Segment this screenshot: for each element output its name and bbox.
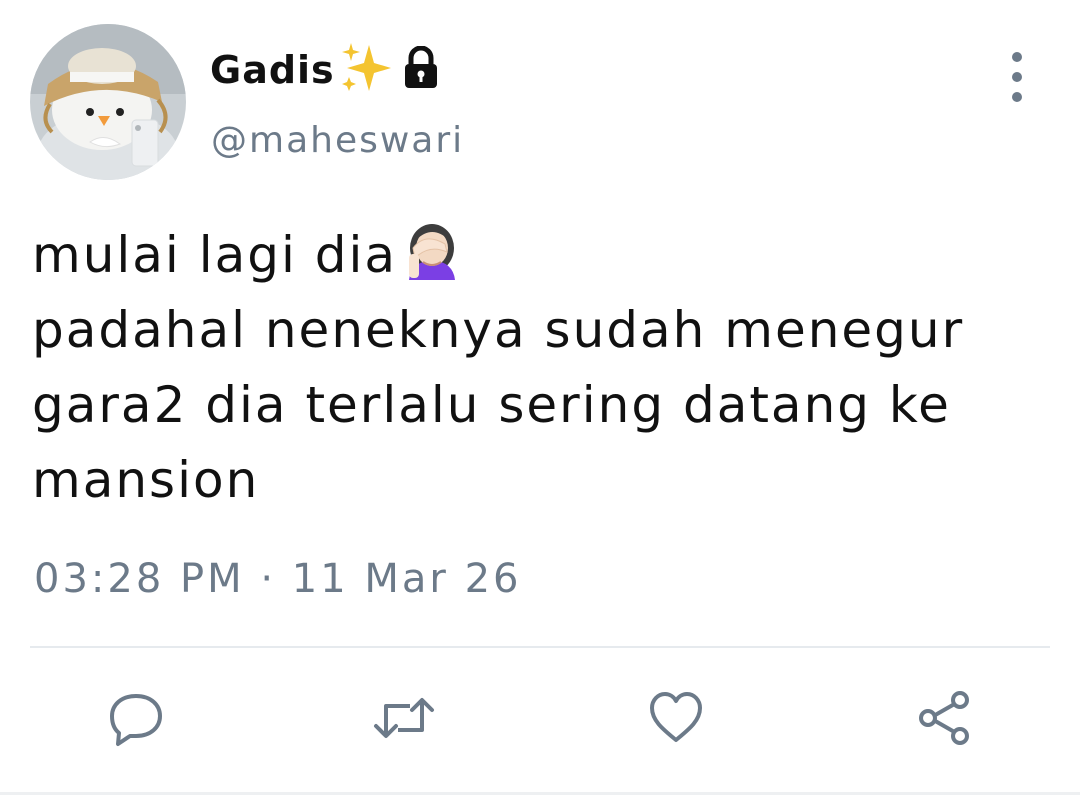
share-icon bbox=[919, 691, 969, 745]
user-handle[interactable]: @maheswari bbox=[211, 120, 464, 161]
display-name[interactable]: Gadis bbox=[210, 42, 441, 98]
tweet-line-4: mansion bbox=[32, 451, 260, 509]
bottom-border bbox=[0, 792, 1080, 795]
avatar[interactable] bbox=[30, 24, 186, 180]
share-button[interactable] bbox=[912, 686, 976, 750]
tweet-line-3: gara2 dia terlalu sering datang ke bbox=[32, 376, 951, 434]
tweet-line-2: padahal neneknya sudah menegur bbox=[32, 301, 965, 359]
more-dot bbox=[1012, 92, 1022, 102]
tweet-line-1: mulai lagi dia bbox=[32, 218, 1052, 293]
reply-icon bbox=[110, 694, 162, 746]
display-name-text: Gadis bbox=[210, 48, 335, 92]
more-options-button[interactable] bbox=[1000, 52, 1034, 102]
tweet-timestamp[interactable]: 03:28 PM · 11 Mar 26 bbox=[34, 556, 521, 602]
woman-facepalming-icon bbox=[399, 218, 465, 301]
retweet-button[interactable] bbox=[372, 686, 436, 750]
sparkles-icon bbox=[339, 41, 395, 99]
divider bbox=[30, 646, 1050, 648]
retweet-icon bbox=[374, 698, 434, 738]
lock-icon bbox=[401, 45, 441, 94]
tweet-text: mulai lagi dia padahal neneknya sudah me… bbox=[32, 218, 1052, 518]
like-icon bbox=[650, 692, 702, 742]
like-button[interactable] bbox=[644, 686, 708, 750]
more-dot bbox=[1012, 72, 1022, 82]
more-dot bbox=[1012, 52, 1022, 62]
avatar-image bbox=[30, 24, 186, 180]
reply-button[interactable] bbox=[104, 686, 168, 750]
